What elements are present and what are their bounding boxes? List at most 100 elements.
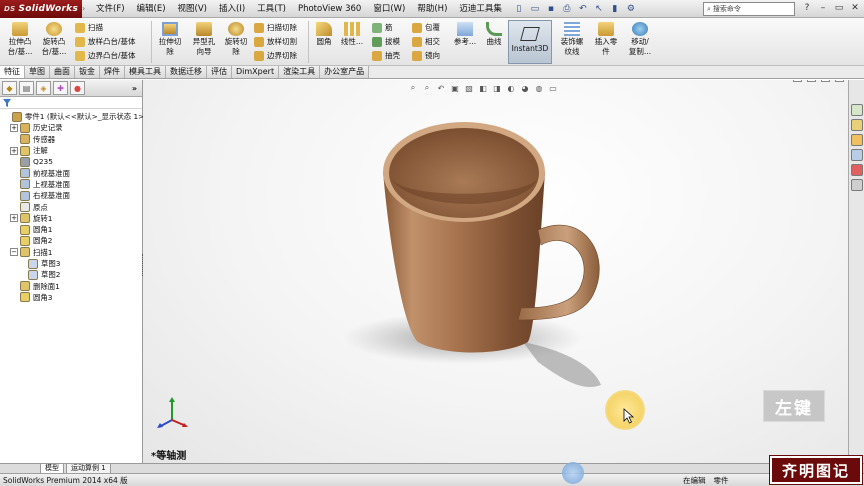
display-manager-tab-icon[interactable]: ● — [70, 81, 85, 95]
tab-model[interactable]: 模型 — [40, 463, 64, 474]
menu-file[interactable]: 文件(F) — [90, 0, 131, 18]
graphics-area[interactable]: ⌕ ⌕ ↶ ▣ ▧ ◧ ◨ ◐ ◕ ◍ ▭ ▫ ▭ ▢ × — [143, 80, 848, 463]
tab-dimxpert[interactable]: DimXpert — [232, 66, 280, 78]
tree-node[interactable]: 圆角3 — [0, 292, 52, 303]
tree-expander-icon[interactable]: − — [10, 248, 18, 257]
minimize-icon[interactable]: – — [816, 1, 830, 15]
print-icon[interactable]: ⎙ — [560, 2, 574, 15]
menu-view[interactable]: 视图(V) — [172, 0, 213, 18]
property-manager-tab-icon[interactable]: ▤ — [19, 81, 34, 95]
move-copy-button[interactable]: 移动/ 复制... — [624, 22, 656, 57]
menu-insert[interactable]: 插入(I) — [213, 0, 251, 18]
draft-button[interactable]: 拔模 — [372, 35, 400, 48]
options-icon[interactable]: ⚙ — [624, 2, 638, 15]
tree-node[interactable]: 原点 — [0, 201, 48, 213]
tree-node[interactable]: 圆角2 — [0, 235, 52, 246]
revolve-cut-label-2: 除 — [232, 47, 240, 56]
tree-node[interactable]: 传感器 — [0, 134, 55, 145]
insert-part-button[interactable]: 插入零 件 — [590, 22, 622, 57]
custom-properties-icon[interactable] — [851, 179, 863, 191]
sweep-cut-button[interactable]: 扫描切除 — [254, 21, 297, 34]
tree-node[interactable]: 上视基准面 — [0, 179, 70, 190]
design-library-icon[interactable] — [851, 119, 863, 131]
reference-geometry-button[interactable]: 参考... — [450, 22, 480, 47]
hole-wizard-button[interactable]: 异型孔 向导 — [188, 22, 220, 57]
tree-node[interactable]: + 注解 — [0, 145, 48, 156]
tab-data-migration[interactable]: 数据迁移 — [166, 66, 207, 78]
tree-expander-icon[interactable]: + — [10, 146, 18, 155]
undo-icon[interactable]: ↶ — [576, 2, 590, 15]
appearances-icon[interactable] — [851, 164, 863, 176]
tab-motion-study-1[interactable]: 运动算例 1 — [66, 463, 111, 474]
tree-node[interactable]: + 旋转1 — [0, 213, 52, 224]
shell-button[interactable]: 抽壳 — [372, 49, 400, 62]
mirror-button[interactable]: 镜向 — [412, 49, 440, 62]
tree-node[interactable]: 删除面1 — [0, 281, 60, 292]
boundary-boss-button[interactable]: 边界凸台/基体 — [75, 49, 136, 62]
menu-expand-icon[interactable]: › — [82, 4, 90, 13]
select-icon[interactable]: ↖ — [592, 2, 606, 15]
tab-features[interactable]: 特征 — [0, 66, 25, 78]
rebuild-icon[interactable]: ▮ — [608, 2, 622, 15]
close-icon[interactable]: ✕ — [848, 1, 862, 15]
menu-window[interactable]: 窗口(W) — [367, 0, 411, 18]
rib-button[interactable]: 筋 — [372, 21, 393, 34]
menu-photoview[interactable]: PhotoView 360 — [292, 0, 367, 18]
tree-node[interactable]: 零件1 (默认<<默认>_显示状态 1>) — [0, 111, 147, 122]
revolve-cut-button[interactable]: 旋转切 除 — [220, 22, 252, 57]
maximize-icon[interactable]: ▭ — [832, 1, 846, 15]
more-tabs-icon[interactable]: » — [127, 81, 142, 95]
new-document-icon[interactable]: ▯ — [512, 2, 526, 15]
loft-button[interactable]: 放样凸台/基体 — [75, 35, 136, 48]
wrap-button[interactable]: 包覆 — [412, 21, 440, 34]
help-icon[interactable]: ? — [800, 1, 814, 15]
tree-node[interactable]: Q235 — [0, 156, 53, 167]
menu-edit[interactable]: 编辑(E) — [131, 0, 172, 18]
tree-filter[interactable] — [0, 97, 142, 109]
tab-mold-tools[interactable]: 模具工具 — [125, 66, 166, 78]
configuration-manager-tab-icon[interactable]: ◈ — [36, 81, 51, 95]
tree-node[interactable]: 右视基准面 — [0, 190, 70, 201]
feature-manager-tab-icon[interactable]: ◆ — [2, 81, 17, 95]
save-icon[interactable]: ▪ — [544, 2, 558, 15]
mug-model-svg[interactable] — [143, 80, 848, 463]
cosmetic-thread-button[interactable]: 装饰螺 纹线 — [556, 22, 588, 57]
boundary-cut-button[interactable]: 边界切除 — [254, 49, 297, 62]
tree-expander-icon[interactable]: + — [10, 214, 18, 223]
intersect-button[interactable]: 相交 — [412, 35, 440, 48]
extrude-cut-button[interactable]: 拉伸切 除 — [154, 22, 186, 57]
tree-node[interactable]: 圆角1 — [0, 224, 52, 235]
tab-sheet-metal[interactable]: 钣金 — [75, 66, 100, 78]
tab-sketch[interactable]: 草图 — [25, 66, 50, 78]
loft-cut-button[interactable]: 放样切割 — [254, 35, 297, 48]
open-folder-icon[interactable]: ▭ — [528, 2, 542, 15]
view-palette-icon[interactable] — [851, 149, 863, 161]
search-commands-input[interactable]: ⌕ 搜索命令 — [703, 2, 795, 16]
solidworks-logo[interactable]: DS SolidWorks — [0, 0, 82, 18]
revolve-boss-button[interactable]: 旋转凸 台/基... — [38, 22, 70, 57]
menu-help[interactable]: 帮助(H) — [411, 0, 453, 18]
dimxpert-manager-tab-icon[interactable]: ✚ — [53, 81, 68, 95]
tab-surfaces[interactable]: 曲面 — [50, 66, 75, 78]
fillet-button[interactable]: 圆角 — [310, 22, 338, 47]
intersect-label: 相交 — [425, 37, 440, 46]
solidworks-resources-icon[interactable] — [851, 104, 863, 116]
extrude-boss-button[interactable]: 拉伸凸 台/基... — [4, 22, 36, 57]
tab-weldments[interactable]: 焊件 — [100, 66, 125, 78]
tree-expander-icon[interactable]: + — [10, 123, 18, 132]
tab-evaluate[interactable]: 评估 — [207, 66, 232, 78]
tab-render-tools[interactable]: 渲染工具 — [279, 66, 321, 78]
sweep-button[interactable]: 扫描 — [75, 21, 103, 34]
menu-tools[interactable]: 工具(T) — [251, 0, 292, 18]
tree-node[interactable]: + 历史记录 — [0, 122, 63, 133]
linear-pattern-button[interactable]: 线性... — [338, 22, 366, 47]
tree-node[interactable]: 前视基准面 — [0, 168, 70, 179]
menu-maidi-tools[interactable]: 迈迪工具集 — [453, 0, 508, 18]
file-explorer-icon[interactable] — [851, 134, 863, 146]
curves-button[interactable]: 曲线 — [480, 22, 508, 47]
tree-node[interactable]: 草图3 — [0, 258, 60, 269]
tree-node[interactable]: 草图2 — [0, 269, 60, 280]
tree-node[interactable]: − 扫描1 — [0, 247, 52, 258]
tab-office-products[interactable]: 办公室产品 — [320, 66, 370, 78]
instant3d-button[interactable]: Instant3D — [508, 20, 552, 64]
